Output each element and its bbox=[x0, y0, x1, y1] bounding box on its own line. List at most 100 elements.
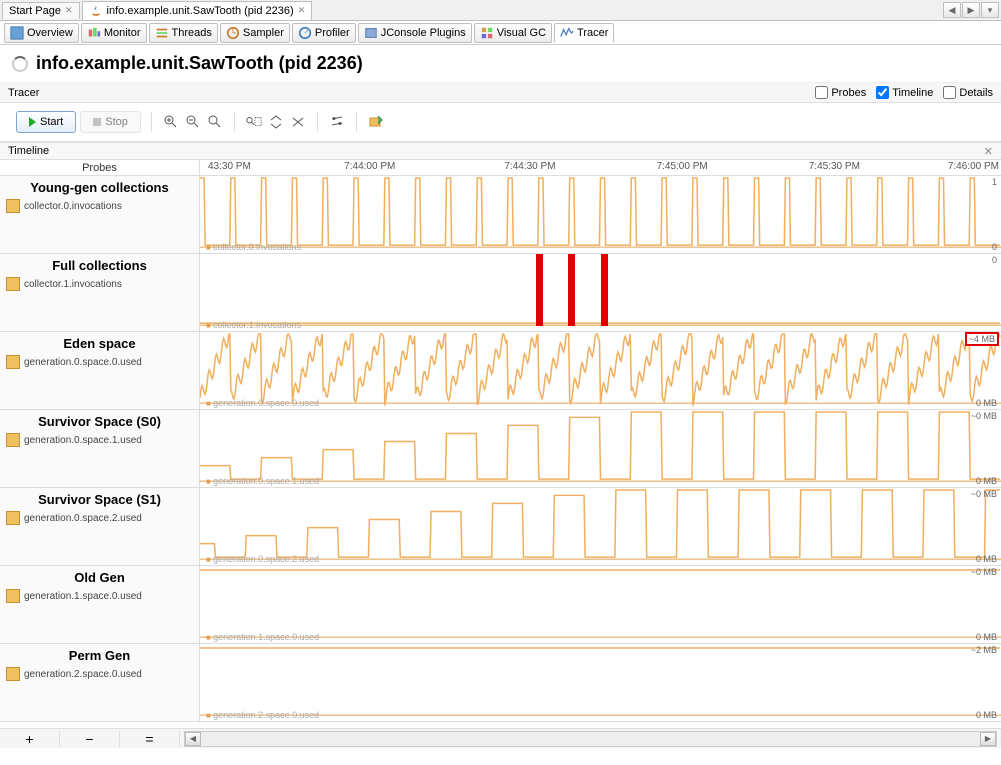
stop-button[interactable]: Stop bbox=[80, 111, 141, 133]
row-header: Eden space generation.0.space.0.used bbox=[0, 332, 200, 409]
start-button[interactable]: Start bbox=[16, 111, 76, 133]
tab-tracer[interactable]: Tracer bbox=[554, 23, 614, 43]
row-title: Survivor Space (S1) bbox=[6, 492, 193, 507]
series-legend: generation.0.space.2.used bbox=[206, 554, 319, 564]
y-max-label: 1 bbox=[992, 177, 997, 187]
zoom-fit-icon[interactable] bbox=[206, 113, 224, 131]
row-title: Survivor Space (S0) bbox=[6, 414, 193, 429]
details-check-input[interactable] bbox=[943, 86, 956, 99]
y-max-label: ~0 MB bbox=[971, 411, 997, 421]
zoom-out-icon[interactable] bbox=[184, 113, 202, 131]
row-chart[interactable]: ~4 MB0 MBgeneration.0.space.0.used bbox=[200, 332, 1001, 409]
waveform-svg bbox=[200, 254, 1001, 331]
tab-threads[interactable]: Threads bbox=[149, 23, 218, 43]
monitor-icon bbox=[87, 26, 101, 40]
y-max-label: 0 bbox=[992, 255, 997, 265]
tab-label: JConsole Plugins bbox=[381, 27, 466, 39]
visualgc-icon bbox=[480, 26, 494, 40]
nav-next[interactable]: ▶ bbox=[962, 2, 980, 18]
row-chart[interactable]: 10collector.0.invocations bbox=[200, 176, 1001, 253]
row-header: Perm Gengeneration.2.space.0.used bbox=[0, 644, 200, 721]
tracer-label: Tracer bbox=[8, 87, 39, 99]
tab-monitor[interactable]: Monitor bbox=[81, 23, 147, 43]
check-label: Details bbox=[959, 87, 993, 99]
expand-icon[interactable] bbox=[289, 113, 307, 131]
tab-file[interactable]: info.example.unit.SawTooth (pid 2236) ✕ bbox=[82, 1, 313, 20]
java-icon bbox=[89, 4, 103, 18]
close-timeline-icon[interactable]: ✕ bbox=[984, 145, 993, 158]
row-title: Full collections bbox=[6, 258, 193, 273]
timeline-checkbox[interactable]: Timeline bbox=[876, 86, 933, 99]
row-metric: collector.0.invocations bbox=[6, 199, 193, 213]
tab-label: Threads bbox=[172, 27, 212, 39]
tab-sampler[interactable]: Sampler bbox=[220, 23, 290, 43]
zoom-plus-button[interactable]: + bbox=[0, 731, 60, 747]
timeline-row: Eden space generation.0.space.0.used ~4 MB… bbox=[0, 332, 1001, 410]
row-header: Full collections collector.1.invocations bbox=[0, 254, 200, 331]
y-max-label: ~0 MB bbox=[971, 489, 997, 499]
close-icon[interactable]: ✕ bbox=[298, 5, 306, 16]
timeline-label: Timeline bbox=[8, 145, 49, 157]
row-chart[interactable]: 0 collector.1.invocations bbox=[200, 254, 1001, 331]
metric-name: generation.2.space.0.used bbox=[24, 669, 142, 680]
threads-icon bbox=[155, 26, 169, 40]
metric-name: collector.1.invocations bbox=[24, 279, 122, 290]
zoom-reset-button[interactable]: = bbox=[120, 731, 180, 747]
y-min-label: 0 MB bbox=[976, 398, 997, 408]
series-legend: collector.1.invocations bbox=[206, 320, 301, 330]
metric-name: generation.0.space.1.used bbox=[24, 435, 142, 446]
zoom-minus-button[interactable]: − bbox=[60, 731, 120, 747]
timeline-rows: Young-gen collectionscollector.0.invocat… bbox=[0, 176, 1001, 728]
tab-visualgc[interactable]: Visual GC bbox=[474, 23, 552, 43]
horizontal-scrollbar[interactable]: ◀ ▶ bbox=[184, 731, 997, 747]
timeline-row: Survivor Space (S1) generation.0.space.2.… bbox=[0, 488, 1001, 566]
probes-check-input[interactable] bbox=[815, 86, 828, 99]
probes-checkbox[interactable]: Probes bbox=[815, 86, 866, 99]
row-metric: generation.1.space.0.used bbox=[6, 589, 193, 603]
page-title: info.example.unit.SawTooth (pid 2236) bbox=[36, 53, 363, 74]
y-max-label: ~2 MB bbox=[971, 645, 997, 655]
button-label: Start bbox=[40, 116, 63, 128]
row-metric: generation.0.space.0.used bbox=[6, 355, 193, 369]
waveform-svg bbox=[200, 332, 1001, 409]
tab-label: info.example.unit.SawTooth (pid 2236) bbox=[107, 5, 294, 17]
tab-jconsole[interactable]: JConsole Plugins bbox=[358, 23, 472, 43]
bottom-bar: + − = ◀ ▶ bbox=[0, 728, 1001, 748]
time-tick: 7:44:00 PM bbox=[344, 161, 395, 172]
row-chart[interactable]: ~2 MB0 MBgeneration.2.space.0.used bbox=[200, 644, 1001, 721]
metric-icon bbox=[6, 589, 20, 603]
toolbar: Start Stop bbox=[0, 103, 1001, 142]
y-min-label: 0 MB bbox=[976, 632, 997, 642]
series-legend: generation.2.space.0.used bbox=[206, 710, 319, 720]
tab-label: Visual GC bbox=[497, 27, 546, 39]
nav-dropdown[interactable]: ▾ bbox=[981, 2, 999, 18]
scroll-right-icon[interactable]: ▶ bbox=[980, 732, 996, 746]
sampler-icon bbox=[226, 26, 240, 40]
nav-prev[interactable]: ◀ bbox=[943, 2, 961, 18]
row-chart[interactable]: ~0 MB0 MBgeneration.0.space.2.used bbox=[200, 488, 1001, 565]
row-header: Survivor Space (S1)generation.0.space.2.… bbox=[0, 488, 200, 565]
timeline-check-input[interactable] bbox=[876, 86, 889, 99]
close-icon[interactable]: ✕ bbox=[65, 5, 73, 16]
row-chart[interactable]: ~0 MB0 MBgeneration.0.space.1.used bbox=[200, 410, 1001, 487]
tracer-icon bbox=[560, 26, 574, 40]
jconsole-icon bbox=[364, 26, 378, 40]
metric-icon bbox=[6, 511, 20, 525]
timeline-header: Timeline ✕ bbox=[0, 142, 1001, 160]
zoom-in-icon[interactable] bbox=[162, 113, 180, 131]
stop-icon bbox=[93, 118, 101, 126]
collapse-icon[interactable] bbox=[267, 113, 285, 131]
series-legend: generation.0.space.1.used bbox=[206, 476, 319, 486]
settings-icon[interactable] bbox=[328, 113, 346, 131]
details-checkbox[interactable]: Details bbox=[943, 86, 993, 99]
row-title: Eden space bbox=[6, 336, 193, 351]
select-range-icon[interactable] bbox=[245, 113, 263, 131]
scroll-left-icon[interactable]: ◀ bbox=[185, 732, 201, 746]
export-icon[interactable] bbox=[367, 113, 385, 131]
tab-overview[interactable]: Overview bbox=[4, 23, 79, 43]
tab-profiler[interactable]: Profiler bbox=[292, 23, 356, 43]
ruler-ticks: 43:30 PM 7:44:00 PM 7:44:30 PM 7:45:00 P… bbox=[200, 160, 1001, 175]
row-chart[interactable]: ~0 MB0 MBgeneration.1.space.0.used bbox=[200, 566, 1001, 643]
tab-start-page[interactable]: Start Page ✕ bbox=[2, 2, 80, 19]
row-header: Young-gen collectionscollector.0.invocat… bbox=[0, 176, 200, 253]
